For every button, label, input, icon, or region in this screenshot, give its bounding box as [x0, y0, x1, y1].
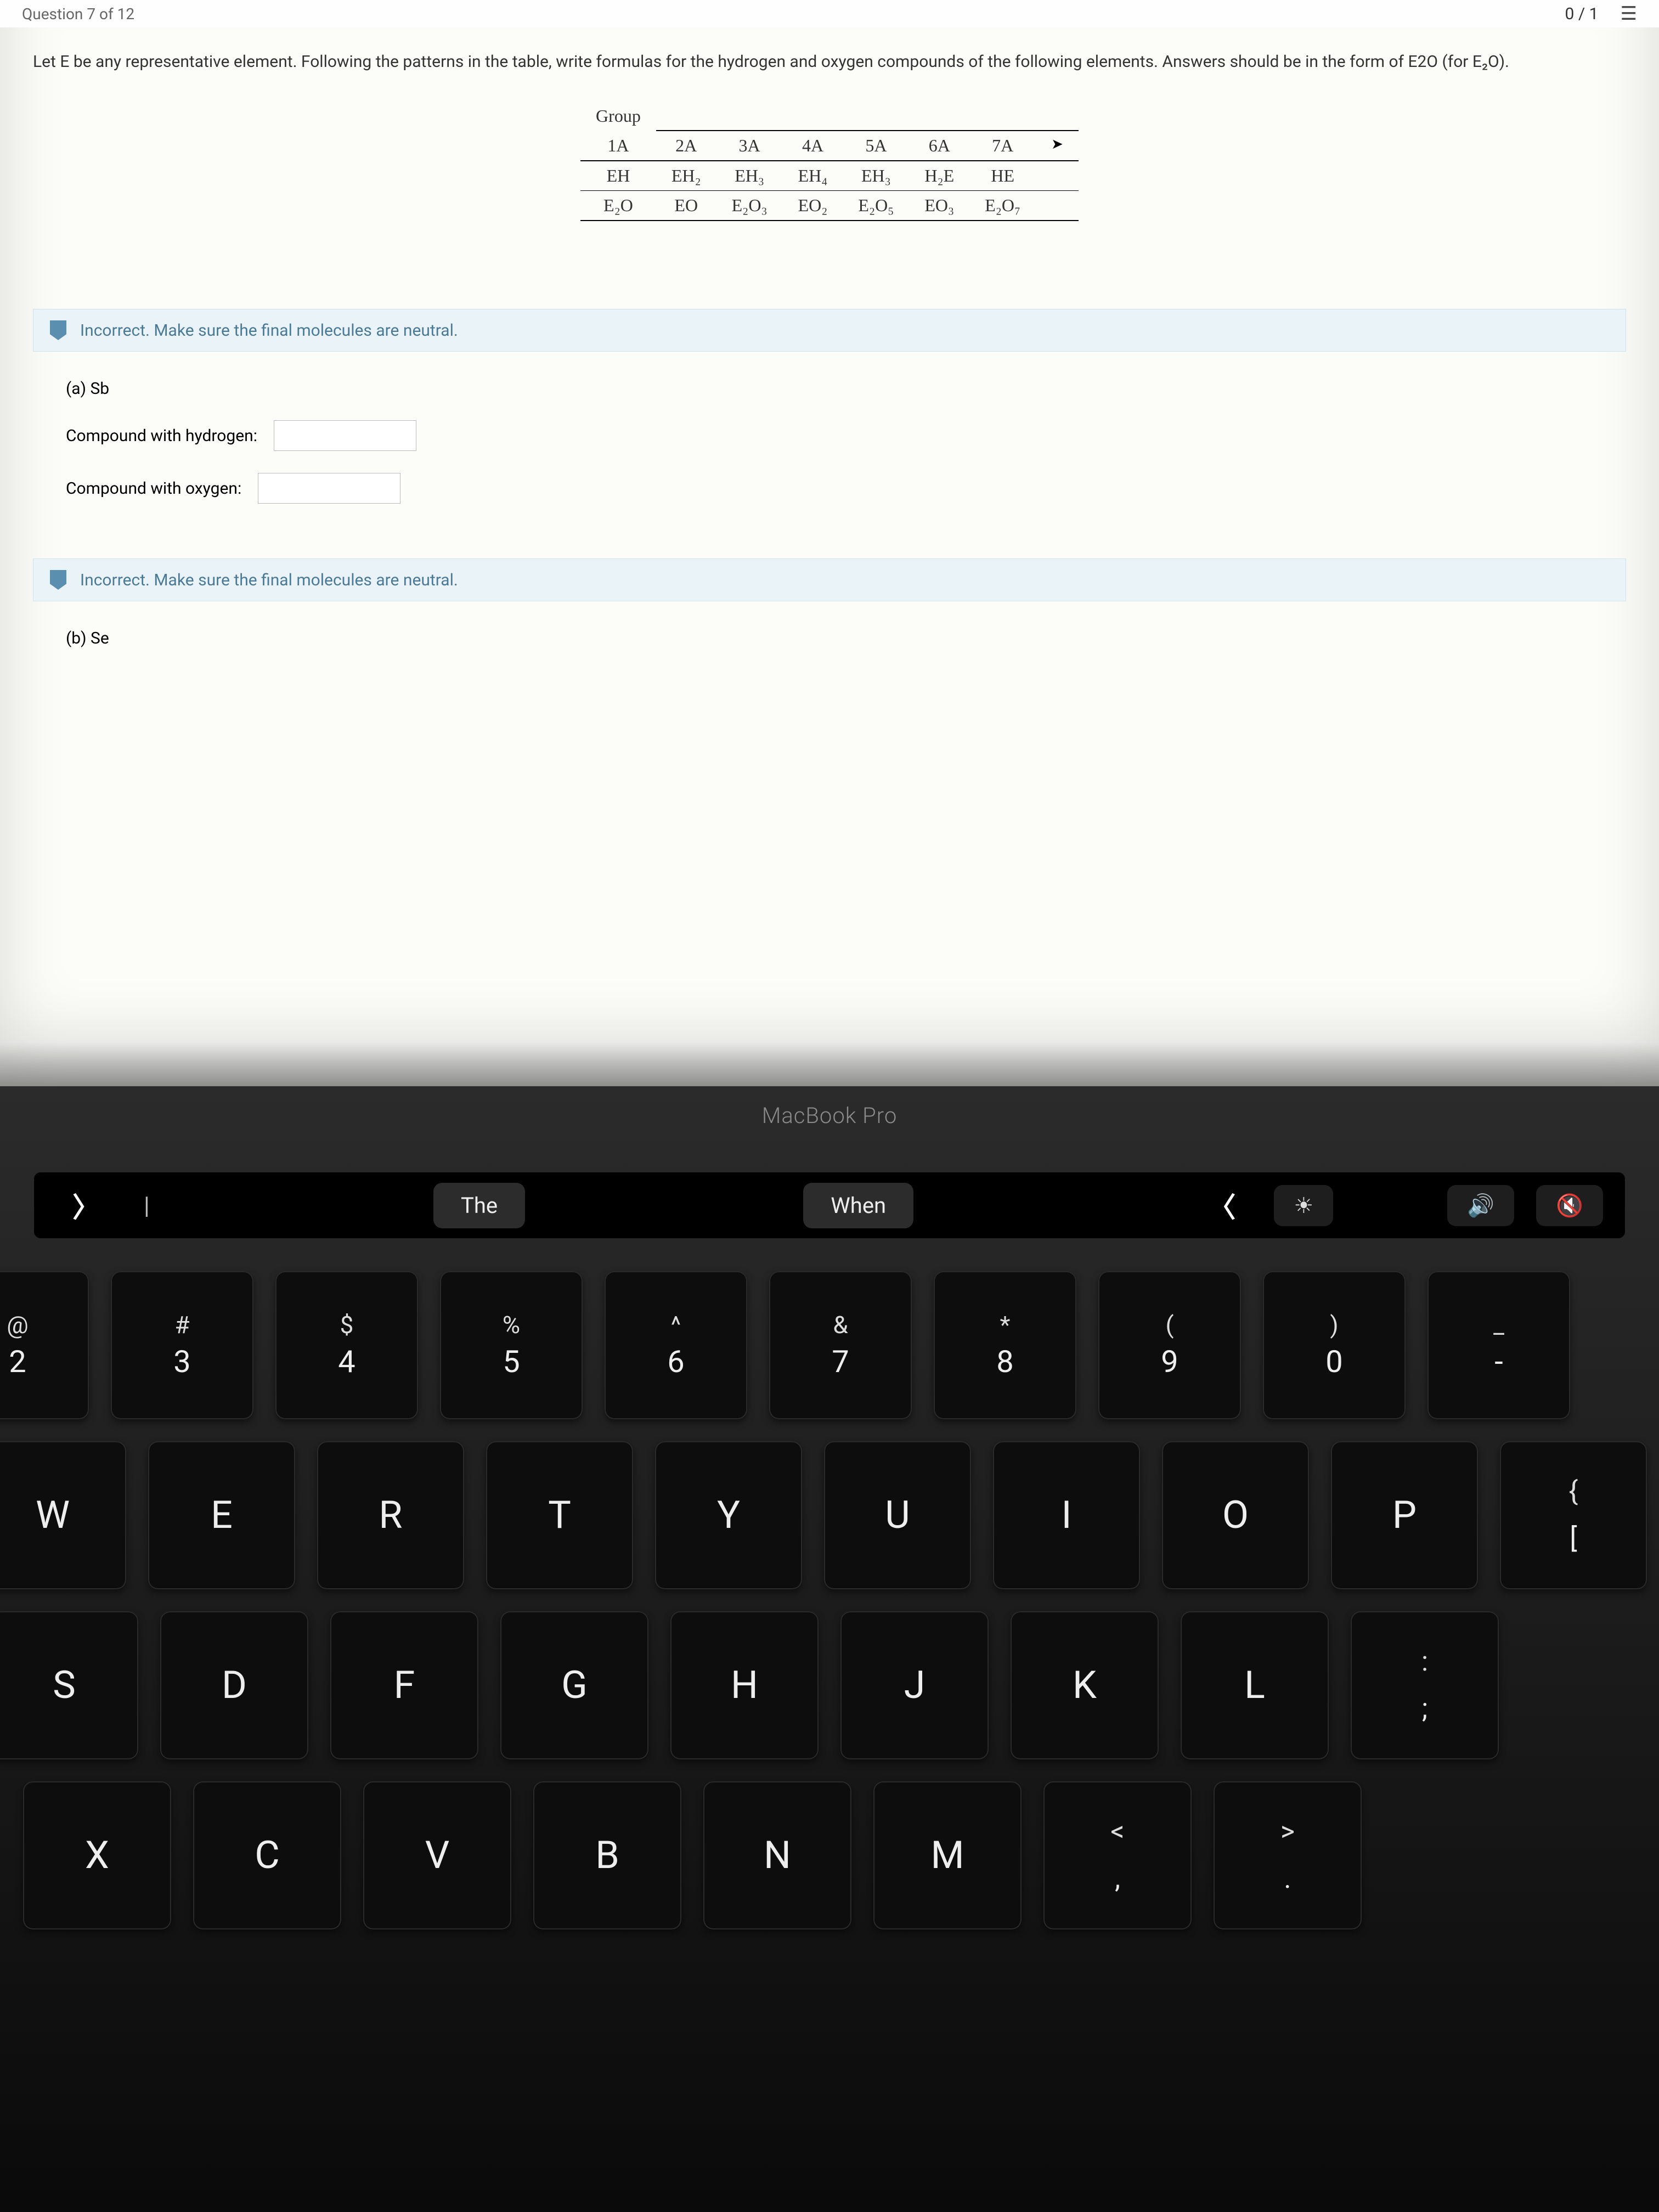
hydrogen-label: Compound with hydrogen: — [66, 426, 257, 445]
part-b: (b) Se — [0, 618, 1659, 703]
key-m[interactable]: M — [873, 1781, 1022, 1929]
tb-suggestion-the[interactable]: The — [433, 1183, 525, 1228]
key-e[interactable]: E — [148, 1441, 295, 1589]
group-table-wrap: Group 1A 2A 3A 4A 5A 6A 7A ➤ — [33, 101, 1626, 221]
col-1a: 1A — [580, 131, 656, 161]
key-u[interactable]: U — [824, 1441, 971, 1589]
hydrogen-input-a[interactable] — [274, 420, 416, 451]
col-4a: 4A — [783, 131, 843, 161]
key-v[interactable]: V — [363, 1781, 511, 1929]
question-list-icon[interactable]: ☰ — [1621, 3, 1637, 25]
key-semicolon[interactable]: :; — [1351, 1611, 1499, 1759]
key-h[interactable]: H — [670, 1611, 819, 1759]
oxygen-input-a[interactable] — [258, 473, 400, 504]
key-t[interactable]: T — [486, 1441, 633, 1589]
key-f[interactable]: F — [330, 1611, 478, 1759]
part-a: (a) Sb Compound with hydrogen: Compound … — [0, 368, 1659, 558]
key-9[interactable]: (9 — [1098, 1271, 1241, 1419]
key-d[interactable]: D — [160, 1611, 308, 1759]
key-o[interactable]: O — [1162, 1441, 1309, 1589]
laptop-model-label: MacBook Pro — [762, 1103, 898, 1128]
flag-icon — [50, 570, 66, 590]
tb-forward-icon[interactable]: 〉 — [56, 1186, 116, 1225]
key-c[interactable]: C — [193, 1781, 341, 1929]
key-comma[interactable]: <, — [1043, 1781, 1192, 1929]
part-b-label: (b) Se — [66, 629, 1593, 648]
keyboard: @2 #3 $4 %5 ^6 &7 *8 (9 )0 _- W E R T Y … — [12, 1271, 1647, 1929]
group-table: Group 1A 2A 3A 4A 5A 6A 7A ➤ — [580, 101, 1079, 221]
table-row-hydrogen: EH EH₂ EH₃ EH₄ EH₃ H₂E HE — [580, 161, 1079, 191]
key-l[interactable]: L — [1181, 1611, 1329, 1759]
key-i[interactable]: I — [993, 1441, 1140, 1589]
question-prompt: Let E be any representative element. Fol… — [33, 49, 1626, 74]
key-period[interactable]: >. — [1214, 1781, 1362, 1929]
key-k[interactable]: K — [1011, 1611, 1159, 1759]
score-display: 0 / 1 — [1565, 4, 1599, 24]
key-4[interactable]: $4 — [275, 1271, 418, 1419]
key-w[interactable]: W — [0, 1441, 126, 1589]
col-7a: 7A — [969, 131, 1036, 161]
key-0[interactable]: )0 — [1263, 1271, 1406, 1419]
feedback-banner-b: Incorrect. Make sure the final molecules… — [33, 558, 1626, 601]
question-header: Question 7 of 12 0 / 1 ☰ — [0, 0, 1659, 27]
key-8[interactable]: *8 — [934, 1271, 1076, 1419]
key-3[interactable]: #3 — [111, 1271, 253, 1419]
group-label: Group — [580, 101, 656, 131]
key-g[interactable]: G — [500, 1611, 648, 1759]
tb-suggestion-when[interactable]: When — [803, 1183, 913, 1228]
tb-brightness-icon[interactable]: ☀ — [1274, 1185, 1333, 1226]
key-p[interactable]: P — [1331, 1441, 1478, 1589]
laptop-body: MacBook Pro 〉 | The When 〈 ☀ 🔊 🔇 @2 #3 $… — [0, 1086, 1659, 2212]
key-r[interactable]: R — [317, 1441, 464, 1589]
flag-icon — [50, 320, 66, 340]
key-b[interactable]: B — [533, 1781, 681, 1929]
tb-mute-icon[interactable]: 🔇 — [1536, 1185, 1603, 1226]
laptop-screen: Question 7 of 12 0 / 1 ☰ Let E be any re… — [0, 0, 1659, 1086]
qwerty-row-1: W E R T Y U I O P {[ — [0, 1441, 1647, 1589]
key-x[interactable]: X — [23, 1781, 171, 1929]
key-bracket-left[interactable]: {[ — [1500, 1441, 1647, 1589]
feedback-banner-a: Incorrect. Make sure the final molecules… — [33, 309, 1626, 352]
col-3a: 3A — [716, 131, 783, 161]
mouse-cursor-icon: ➤ — [1036, 131, 1079, 161]
breadcrumb: Question 7 of 12 — [22, 5, 134, 23]
qwerty-row-3: X C V B N M <, >. — [23, 1781, 1647, 1929]
key-j[interactable]: J — [840, 1611, 989, 1759]
col-6a: 6A — [909, 131, 969, 161]
number-row: @2 #3 $4 %5 ^6 &7 *8 (9 )0 _- — [0, 1271, 1647, 1419]
question-content: Let E be any representative element. Fol… — [0, 27, 1659, 309]
col-2a: 2A — [656, 131, 716, 161]
tb-volume-icon[interactable]: 🔊 — [1447, 1185, 1514, 1226]
touch-bar[interactable]: 〉 | The When 〈 ☀ 🔊 🔇 — [34, 1172, 1625, 1238]
feedback-text-a: Incorrect. Make sure the final molecules… — [80, 321, 458, 340]
key-minus[interactable]: _- — [1427, 1271, 1570, 1419]
part-a-label: (a) Sb — [66, 379, 1593, 398]
tb-collapse-icon[interactable]: 〈 — [1192, 1186, 1252, 1225]
key-2[interactable]: @2 — [0, 1271, 89, 1419]
col-5a: 5A — [843, 131, 909, 161]
key-5[interactable]: %5 — [440, 1271, 583, 1419]
key-n[interactable]: N — [703, 1781, 851, 1929]
qwerty-row-2: S D F G H J K L :; — [0, 1611, 1647, 1759]
key-y[interactable]: Y — [655, 1441, 802, 1589]
feedback-text-b: Incorrect. Make sure the final molecules… — [80, 571, 458, 590]
key-7[interactable]: &7 — [769, 1271, 912, 1419]
key-6[interactable]: ^6 — [605, 1271, 747, 1419]
key-s[interactable]: S — [0, 1611, 138, 1759]
oxygen-label: Compound with oxygen: — [66, 479, 241, 498]
table-row-oxygen: E₂O EO E₂O₃ EO₂ E₂O₅ EO₃ E₂O₇ — [580, 191, 1079, 221]
tb-divider-icon: | — [138, 1191, 155, 1220]
